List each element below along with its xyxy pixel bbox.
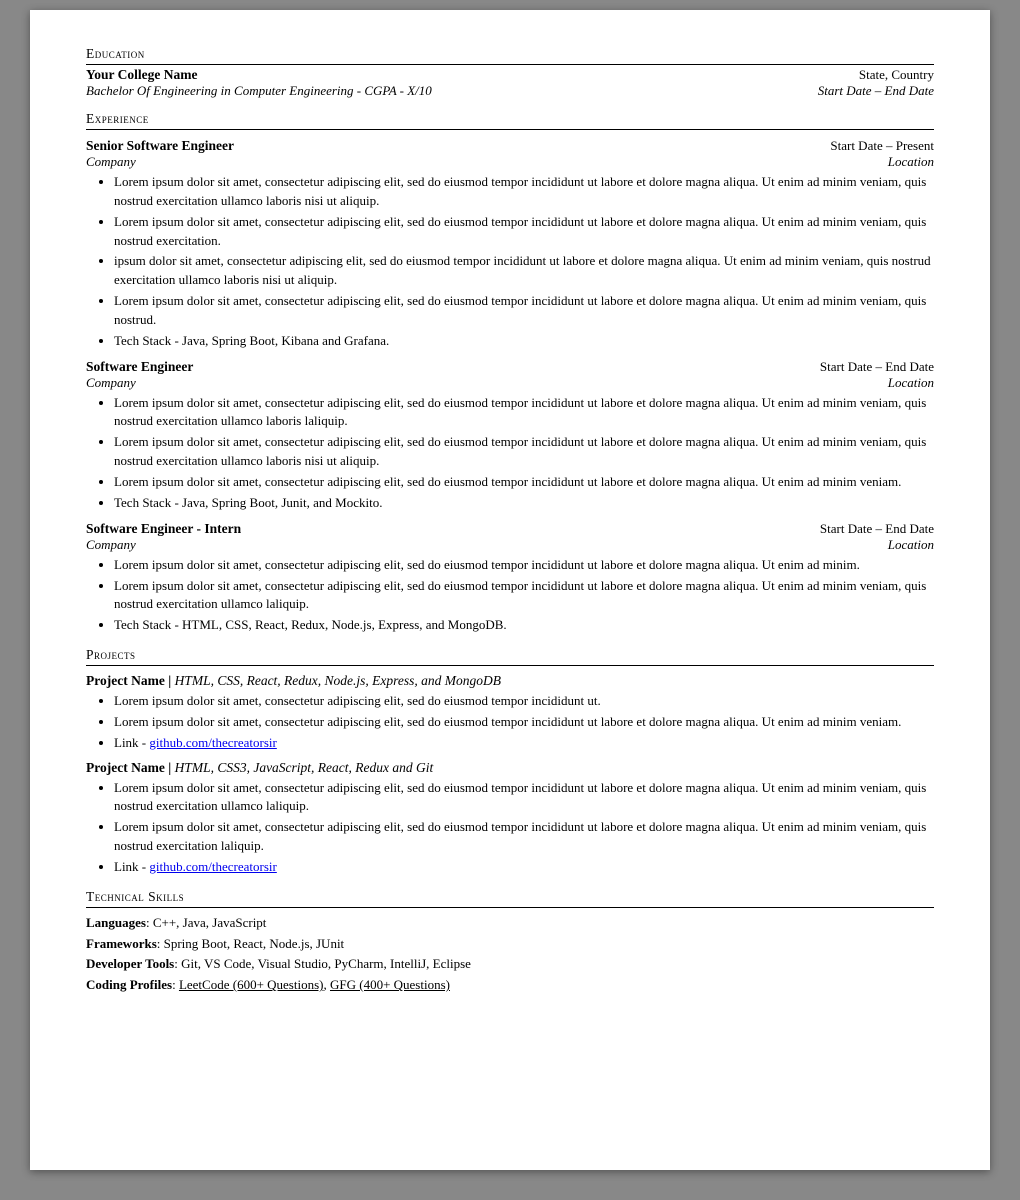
bullet-item: Lorem ipsum dolor sit amet, consectetur … <box>114 433 934 471</box>
education-heading: Education <box>86 46 934 65</box>
job-sub: Company Location <box>86 537 934 553</box>
job-company: Company <box>86 537 136 553</box>
job-sub: Company Location <box>86 375 934 391</box>
technical-skills-heading: Technical Skills <box>86 889 934 908</box>
project-bullets: Lorem ipsum dolor sit amet, consectetur … <box>114 779 934 877</box>
job-company: Company <box>86 154 136 170</box>
skill-row: Languages: C++, Java, JavaScript <box>86 913 934 934</box>
bullet-item: Lorem ipsum dolor sit amet, consectetur … <box>114 818 934 856</box>
job-location: Location <box>888 154 934 170</box>
bullet-item: Lorem ipsum dolor sit amet, consectetur … <box>114 577 934 615</box>
skill-label: Developer Tools <box>86 956 174 971</box>
job-header: Software Engineer Start Date – End Date <box>86 359 934 375</box>
resume-page: Education Your College Name State, Count… <box>30 10 990 1170</box>
skill-row: Frameworks: Spring Boot, React, Node.js,… <box>86 934 934 955</box>
bullet-item: Lorem ipsum dolor sit amet, consectetur … <box>114 713 934 732</box>
skill-label: Frameworks <box>86 936 157 951</box>
project-link[interactable]: github.com/thecreatorsir <box>149 735 276 750</box>
coding-profile-link[interactable]: LeetCode (600+ Questions) <box>179 977 324 992</box>
skill-row: Developer Tools: Git, VS Code, Visual St… <box>86 954 934 975</box>
jobs-container: Senior Software Engineer Start Date – Pre… <box>86 138 934 635</box>
job-location: Location <box>888 375 934 391</box>
job-bullets: Lorem ipsum dolor sit amet, consectetur … <box>114 173 934 351</box>
bullet-item: Lorem ipsum dolor sit amet, consectetur … <box>114 692 934 711</box>
job-title: Software Engineer <box>86 359 193 375</box>
project-bullets: Lorem ipsum dolor sit amet, consectetur … <box>114 692 934 753</box>
bullet-item: Link - github.com/thecreatorsir <box>114 858 934 877</box>
bullet-item: Tech Stack - HTML, CSS, React, Redux, No… <box>114 616 934 635</box>
education-dates: Start Date – End Date <box>818 83 934 99</box>
bullet-item: Lorem ipsum dolor sit amet, consectetur … <box>114 473 934 492</box>
job-bullets: Lorem ipsum dolor sit amet, consectetur … <box>114 556 934 635</box>
job-sub: Company Location <box>86 154 934 170</box>
job-company: Company <box>86 375 136 391</box>
bullet-item: Lorem ipsum dolor sit amet, consectetur … <box>114 394 934 432</box>
job-dates: Start Date – Present <box>830 138 934 154</box>
skill-label: Languages <box>86 915 146 930</box>
projects-container: Project Name | HTML, CSS, React, Redux, … <box>86 673 934 877</box>
project-tech: HTML, CSS, React, Redux, Node.js, Expres… <box>175 673 501 688</box>
job-location: Location <box>888 537 934 553</box>
project-tech: HTML, CSS3, JavaScript, React, Redux and… <box>175 760 434 775</box>
skill-label: Coding Profiles <box>86 977 172 992</box>
projects-heading: Projects <box>86 647 934 666</box>
project-title: Project Name | HTML, CSS, React, Redux, … <box>86 673 934 689</box>
project-entry: Project Name | HTML, CSS, React, Redux, … <box>86 673 934 753</box>
coding-profile-link[interactable]: GFG (400+ Questions) <box>330 977 450 992</box>
job-entry: Software Engineer - Intern Start Date – E… <box>86 521 934 635</box>
bullet-item: Tech Stack - Java, Spring Boot, Kibana a… <box>114 332 934 351</box>
bullet-item: Lorem ipsum dolor sit amet, consectetur … <box>114 173 934 211</box>
job-dates: Start Date – End Date <box>820 521 934 537</box>
job-entry: Senior Software Engineer Start Date – Pre… <box>86 138 934 351</box>
job-title: Software Engineer - Intern <box>86 521 241 537</box>
bullet-item: Link - github.com/thecreatorsir <box>114 734 934 753</box>
education-degree: Bachelor Of Engineering in Computer Engi… <box>86 83 432 99</box>
bullet-item: Lorem ipsum dolor sit amet, consectetur … <box>114 779 934 817</box>
job-bullets: Lorem ipsum dolor sit amet, consectetur … <box>114 394 934 513</box>
job-entry: Software EngineerStart Date – End DateCo… <box>86 359 934 513</box>
job-dates: Start Date – End Date <box>820 359 934 375</box>
experience-heading: Experience <box>86 111 934 130</box>
bullet-item: Lorem ipsum dolor sit amet, consectetur … <box>114 556 934 575</box>
bullet-item: Lorem ipsum dolor sit amet, consectetur … <box>114 213 934 251</box>
college-name: Your College Name <box>86 67 197 83</box>
skill-row: Coding Profiles: LeetCode (600+ Question… <box>86 975 934 996</box>
bullet-item: ipsum dolor sit amet, consectetur adipis… <box>114 252 934 290</box>
bullet-item: Tech Stack - Java, Spring Boot, Junit, a… <box>114 494 934 513</box>
education-degree-row: Bachelor Of Engineering in Computer Engi… <box>86 83 934 99</box>
job-header: Software Engineer - Intern Start Date – E… <box>86 521 934 537</box>
job-header: Senior Software Engineer Start Date – Pre… <box>86 138 934 154</box>
job-title: Senior Software Engineer <box>86 138 234 154</box>
education-row: Your College Name State, Country <box>86 67 934 83</box>
project-link[interactable]: github.com/thecreatorsir <box>149 859 276 874</box>
project-title: Project Name | HTML, CSS3, JavaScript, R… <box>86 760 934 776</box>
education-location: State, Country <box>859 67 934 83</box>
project-entry: Project Name | HTML, CSS3, JavaScript, R… <box>86 760 934 877</box>
bullet-item: Lorem ipsum dolor sit amet, consectetur … <box>114 292 934 330</box>
skills-container: Languages: C++, Java, JavaScriptFramewor… <box>86 913 934 996</box>
